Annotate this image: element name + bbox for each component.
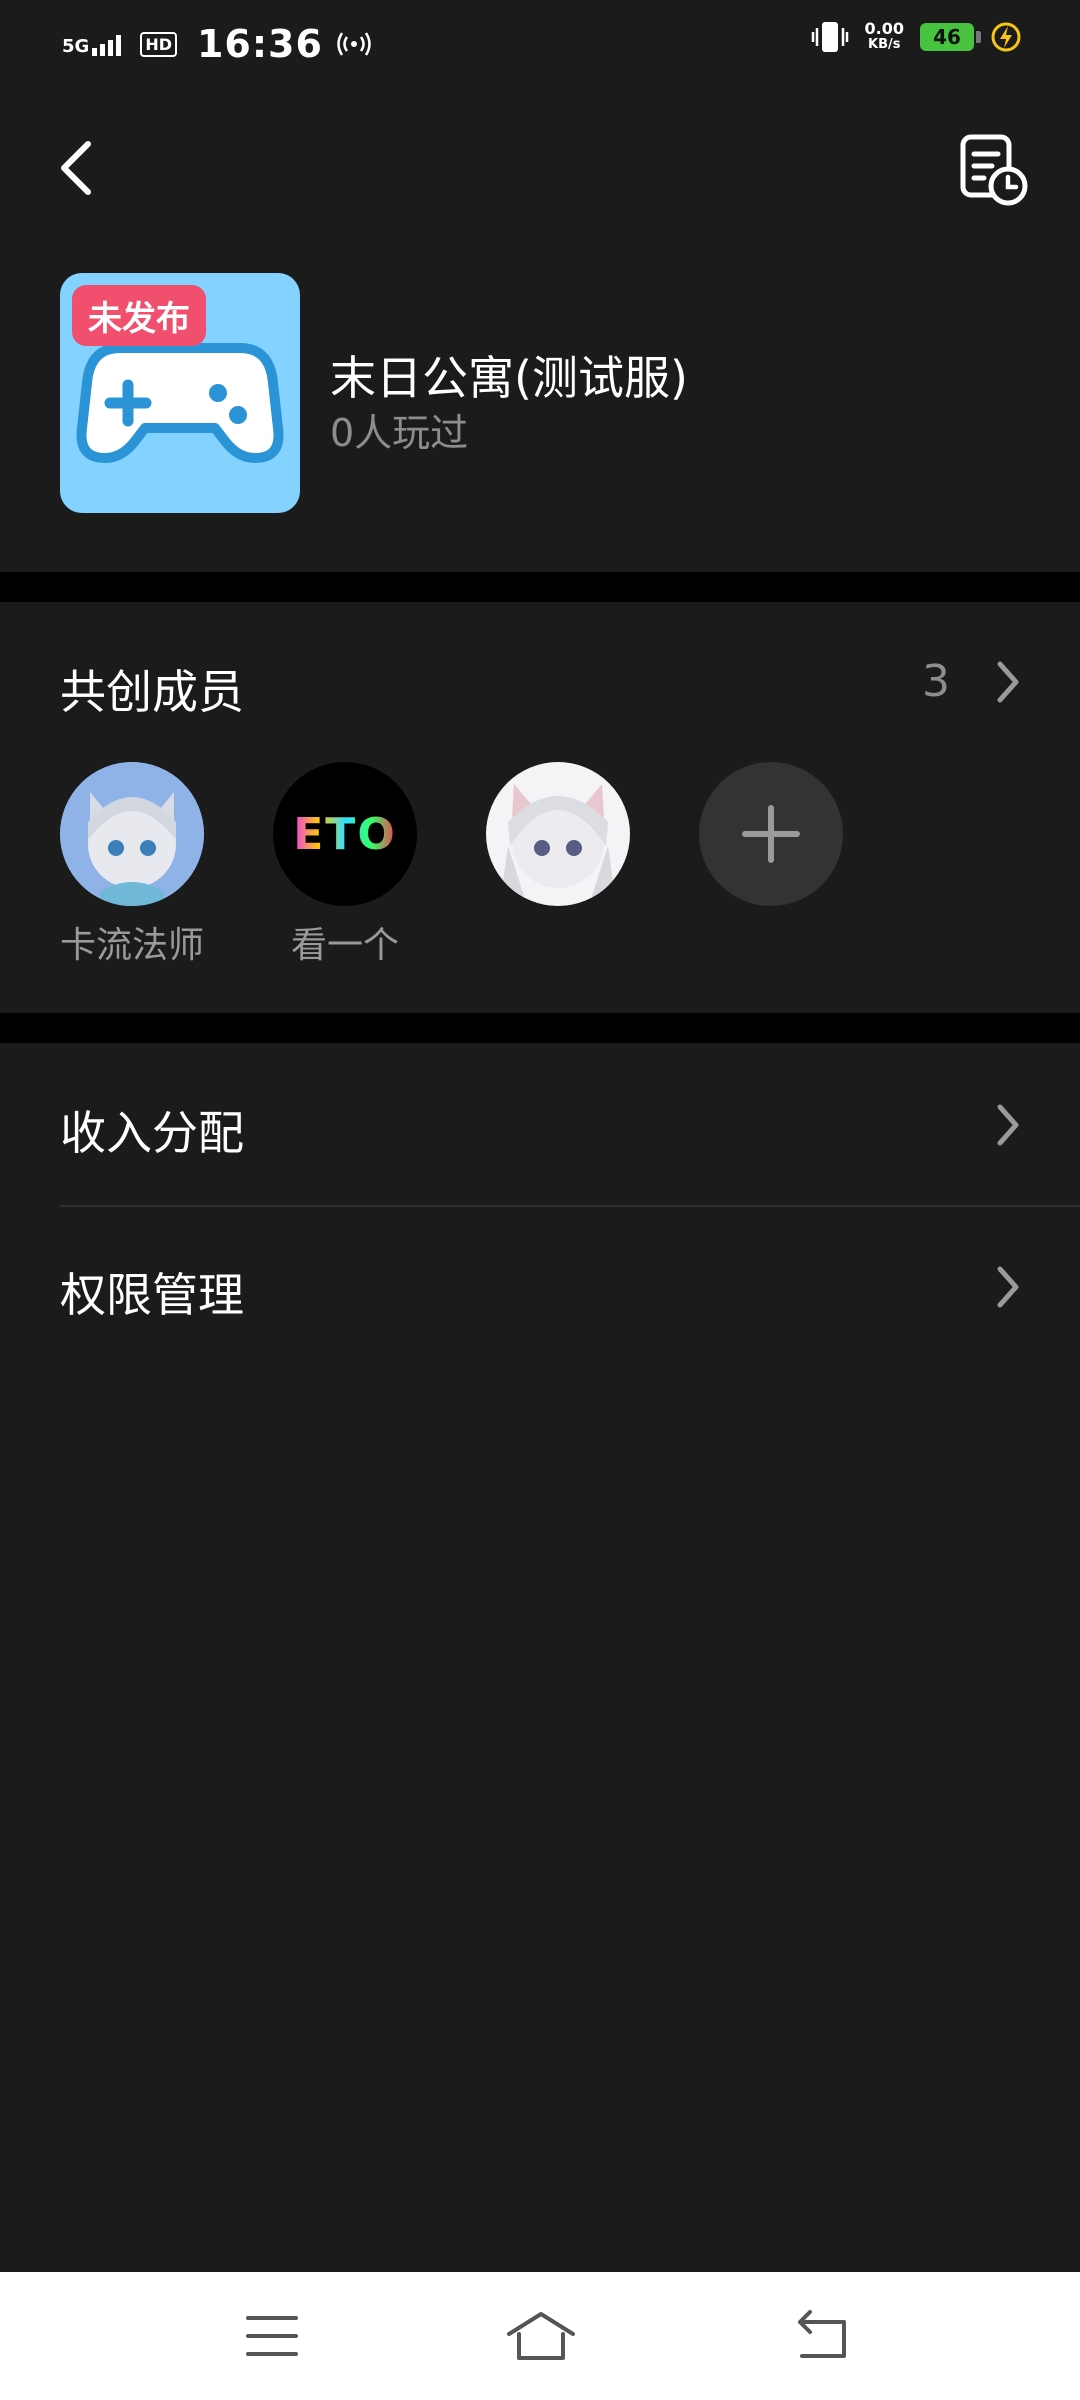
vibrate-icon <box>811 22 848 52</box>
chevron-right-icon <box>997 1104 1019 1146</box>
income-distribution-row[interactable]: 收入分配 <box>0 1045 1080 1205</box>
avatar <box>486 762 630 906</box>
home-button[interactable] <box>505 2306 577 2366</box>
record-button[interactable] <box>958 132 1028 206</box>
document-clock-icon <box>960 134 1028 206</box>
co-creator-section: 共创成员 3 卡流法师 ETO 看一个 <box>0 600 1080 1012</box>
menu-button[interactable] <box>242 2306 302 2366</box>
menu-label: 收入分配 <box>60 1106 244 1160</box>
member-item[interactable]: 卡流法师 <box>57 762 207 968</box>
avatar: ETO <box>273 762 417 906</box>
member-name: 看一个 <box>290 925 399 966</box>
section-divider <box>0 1013 1080 1043</box>
speed-value: 0.00 <box>864 19 904 38</box>
chevron-right-icon <box>997 1266 1019 1308</box>
member-name: 卡流法师 <box>59 925 204 966</box>
charging-icon <box>991 22 1021 52</box>
system-nav-bar <box>0 2272 1080 2400</box>
top-app-bar <box>0 120 1080 220</box>
menu-icon <box>246 2316 298 2356</box>
game-title: 末日公寓(测试服) <box>330 351 688 405</box>
back-nav-button[interactable] <box>792 2306 852 2366</box>
network-speed: 0.00 KB/s <box>865 21 904 53</box>
network-type: 5G <box>62 36 90 57</box>
battery-level: 46 <box>933 25 961 49</box>
avatar <box>60 762 204 906</box>
status-right: 0.00 KB/s 46 <box>811 20 1022 54</box>
section-divider <box>0 572 1080 602</box>
member-item[interactable]: ETO 看一个 <box>270 762 420 968</box>
clock: 16:36 <box>196 22 323 66</box>
section-title: 共创成员 <box>60 665 244 719</box>
back-button[interactable] <box>50 138 110 198</box>
home-icon <box>507 2312 575 2360</box>
avatar-text: ETO <box>293 808 397 860</box>
member-count[interactable]: 3 <box>922 656 950 707</box>
status-bar: 5G HD 16:36 0.00 KB/s 46 <box>0 0 1080 90</box>
add-member-button[interactable] <box>699 762 843 906</box>
signal-icon: 5G <box>62 32 126 56</box>
hotspot-icon <box>337 32 371 56</box>
chevron-left-icon <box>61 141 91 195</box>
member-item[interactable] <box>483 762 633 916</box>
add-member-wrap <box>696 762 846 906</box>
status-badge: 未发布 <box>72 285 206 346</box>
chevron-right-icon[interactable] <box>994 660 1022 704</box>
game-info-card: 未发布 末日公寓(测试服) 0人玩过 <box>0 270 1080 513</box>
status-left: 5G HD 16:36 <box>62 22 371 66</box>
menu-label: 权限管理 <box>60 1268 244 1322</box>
plus-icon <box>742 805 800 863</box>
hd-badge: HD <box>140 31 177 57</box>
game-cover[interactable]: 未发布 <box>60 273 300 513</box>
return-icon <box>798 2310 846 2358</box>
player-count: 0人玩过 <box>330 411 469 455</box>
speed-unit: KB/s <box>868 37 901 52</box>
permission-management-row[interactable]: 权限管理 <box>0 1207 1080 1367</box>
battery-indicator: 46 <box>920 23 981 51</box>
